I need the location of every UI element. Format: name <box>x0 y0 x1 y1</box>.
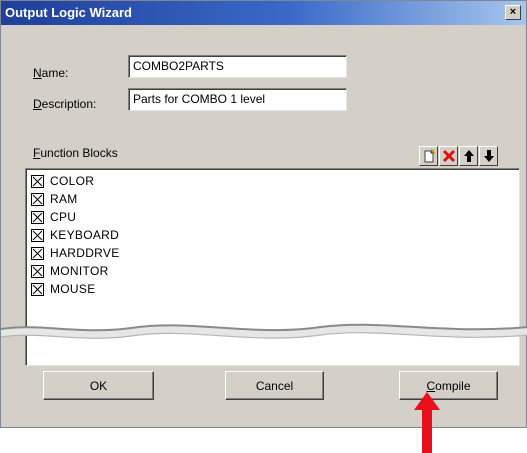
function-block-label: RAM <box>50 192 78 206</box>
description-field[interactable]: Parts for COMBO 1 level <box>128 88 347 111</box>
checkbox-checked-icon[interactable] <box>31 246 44 260</box>
function-block-item[interactable]: MOUSE <box>31 280 120 298</box>
name-field[interactable]: COMBO2PARTS <box>128 55 347 78</box>
checkbox-checked-icon[interactable] <box>31 192 44 206</box>
title-bar[interactable]: Output Logic Wizard × <box>1 1 526 25</box>
arrow-down-icon <box>483 150 494 162</box>
delete-block-button[interactable] <box>439 146 458 166</box>
name-label: Name: <box>33 66 69 80</box>
torn-edge-decoration <box>1 323 527 339</box>
ok-button[interactable]: OK <box>43 371 154 400</box>
move-down-button[interactable] <box>479 146 498 166</box>
function-block-label: KEYBOARD <box>50 228 120 242</box>
checkbox-checked-icon[interactable] <box>31 174 44 188</box>
window-title: Output Logic Wizard <box>5 5 132 20</box>
function-block-item[interactable]: KEYBOARD <box>31 226 120 244</box>
function-block-label: CPU <box>50 210 77 224</box>
function-block-item[interactable]: COLOR <box>31 172 120 190</box>
close-button[interactable]: × <box>505 5 521 20</box>
delete-x-icon <box>442 149 455 163</box>
function-block-item[interactable]: CPU <box>31 208 120 226</box>
description-label: Description: <box>33 97 97 111</box>
function-blocks-label: Function Blocks <box>33 146 118 160</box>
function-block-label: HARDDRVE <box>50 246 120 260</box>
function-blocks-rows: COLOR RAM CPU KEYBOARD HARDDRVE MONITOR MOUSE <box>31 172 120 298</box>
new-block-button[interactable] <box>419 146 438 166</box>
close-icon: × <box>509 6 517 18</box>
move-up-button[interactable] <box>459 146 478 166</box>
function-block-label: COLOR <box>50 174 95 188</box>
new-block-icon <box>424 149 436 163</box>
cancel-button[interactable]: Cancel <box>225 371 324 400</box>
checkbox-checked-icon[interactable] <box>31 210 44 224</box>
annotation-arrow-icon <box>414 392 440 453</box>
function-block-item[interactable]: MONITOR <box>31 262 120 280</box>
checkbox-checked-icon[interactable] <box>31 264 44 278</box>
function-block-item[interactable]: RAM <box>31 190 120 208</box>
function-block-label: MOUSE <box>50 282 96 296</box>
output-logic-wizard-dialog: Output Logic Wizard × Name: COMBO2PARTS … <box>0 0 527 428</box>
function-block-item[interactable]: HARDDRVE <box>31 244 120 262</box>
checkbox-checked-icon[interactable] <box>31 228 44 242</box>
arrow-up-icon <box>463 150 474 162</box>
checkbox-checked-icon[interactable] <box>31 282 44 296</box>
function-block-label: MONITOR <box>50 264 109 278</box>
